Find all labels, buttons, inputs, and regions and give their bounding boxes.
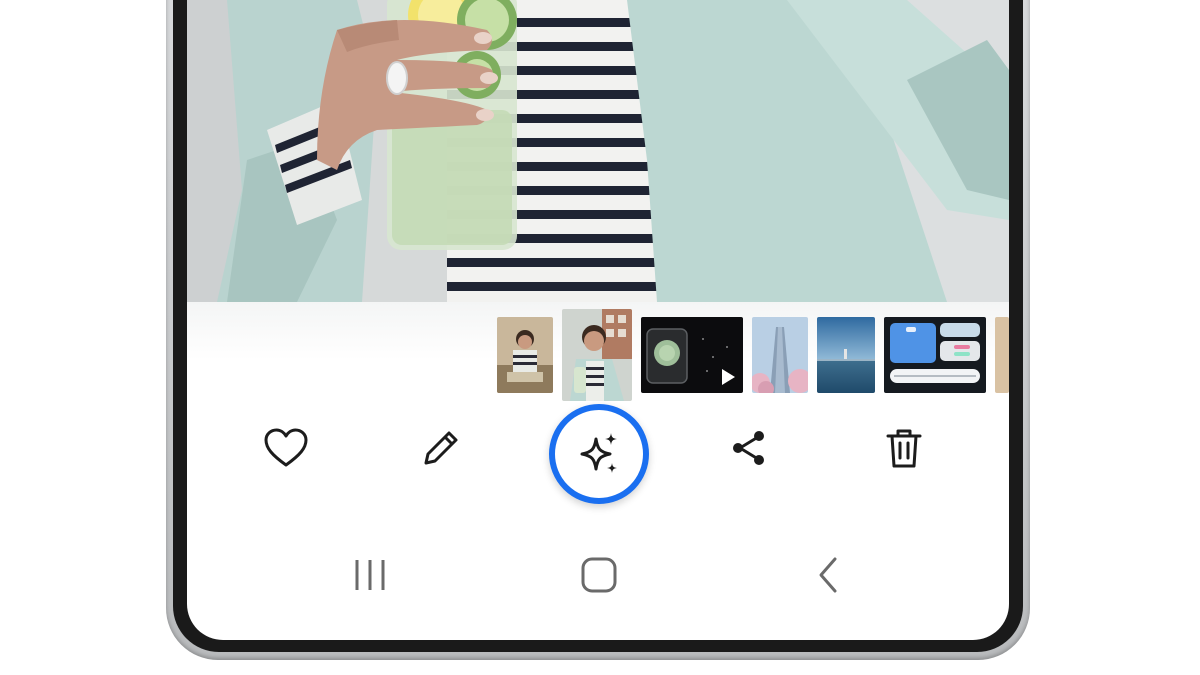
sparkles-icon [580, 433, 617, 473]
thumb-video-dark[interactable] [641, 317, 743, 393]
home-button[interactable] [574, 550, 624, 600]
thumb-person-sitting[interactable] [497, 317, 553, 393]
phone-bezel [173, 0, 1023, 652]
thumb-partial[interactable] [995, 317, 1009, 393]
main-photo[interactable] [187, 0, 1009, 302]
share-button[interactable] [721, 420, 777, 476]
back-button[interactable] [804, 550, 854, 600]
thumbnail-strip[interactable] [187, 309, 1009, 405]
recent-apps-button[interactable] [345, 550, 395, 600]
pencil-icon [424, 431, 458, 465]
play-icon [722, 369, 735, 385]
back-chevron-icon [819, 557, 837, 593]
favorite-button[interactable] [258, 420, 314, 476]
thumb-screenshot[interactable] [884, 317, 986, 393]
ai-edit-button[interactable] [549, 404, 649, 504]
delete-button[interactable] [876, 420, 932, 476]
trash-icon [886, 429, 922, 468]
thumb-tower[interactable] [752, 317, 808, 393]
edit-button[interactable] [413, 420, 469, 476]
heart-icon [264, 428, 308, 467]
phone-frame [166, 0, 1030, 660]
share-icon [733, 431, 764, 465]
thumb-person-selfie[interactable] [562, 309, 632, 401]
home-icon [581, 557, 617, 593]
recents-icon [355, 560, 385, 590]
phone-screen [187, 0, 1009, 640]
thumb-lake[interactable] [817, 317, 875, 393]
